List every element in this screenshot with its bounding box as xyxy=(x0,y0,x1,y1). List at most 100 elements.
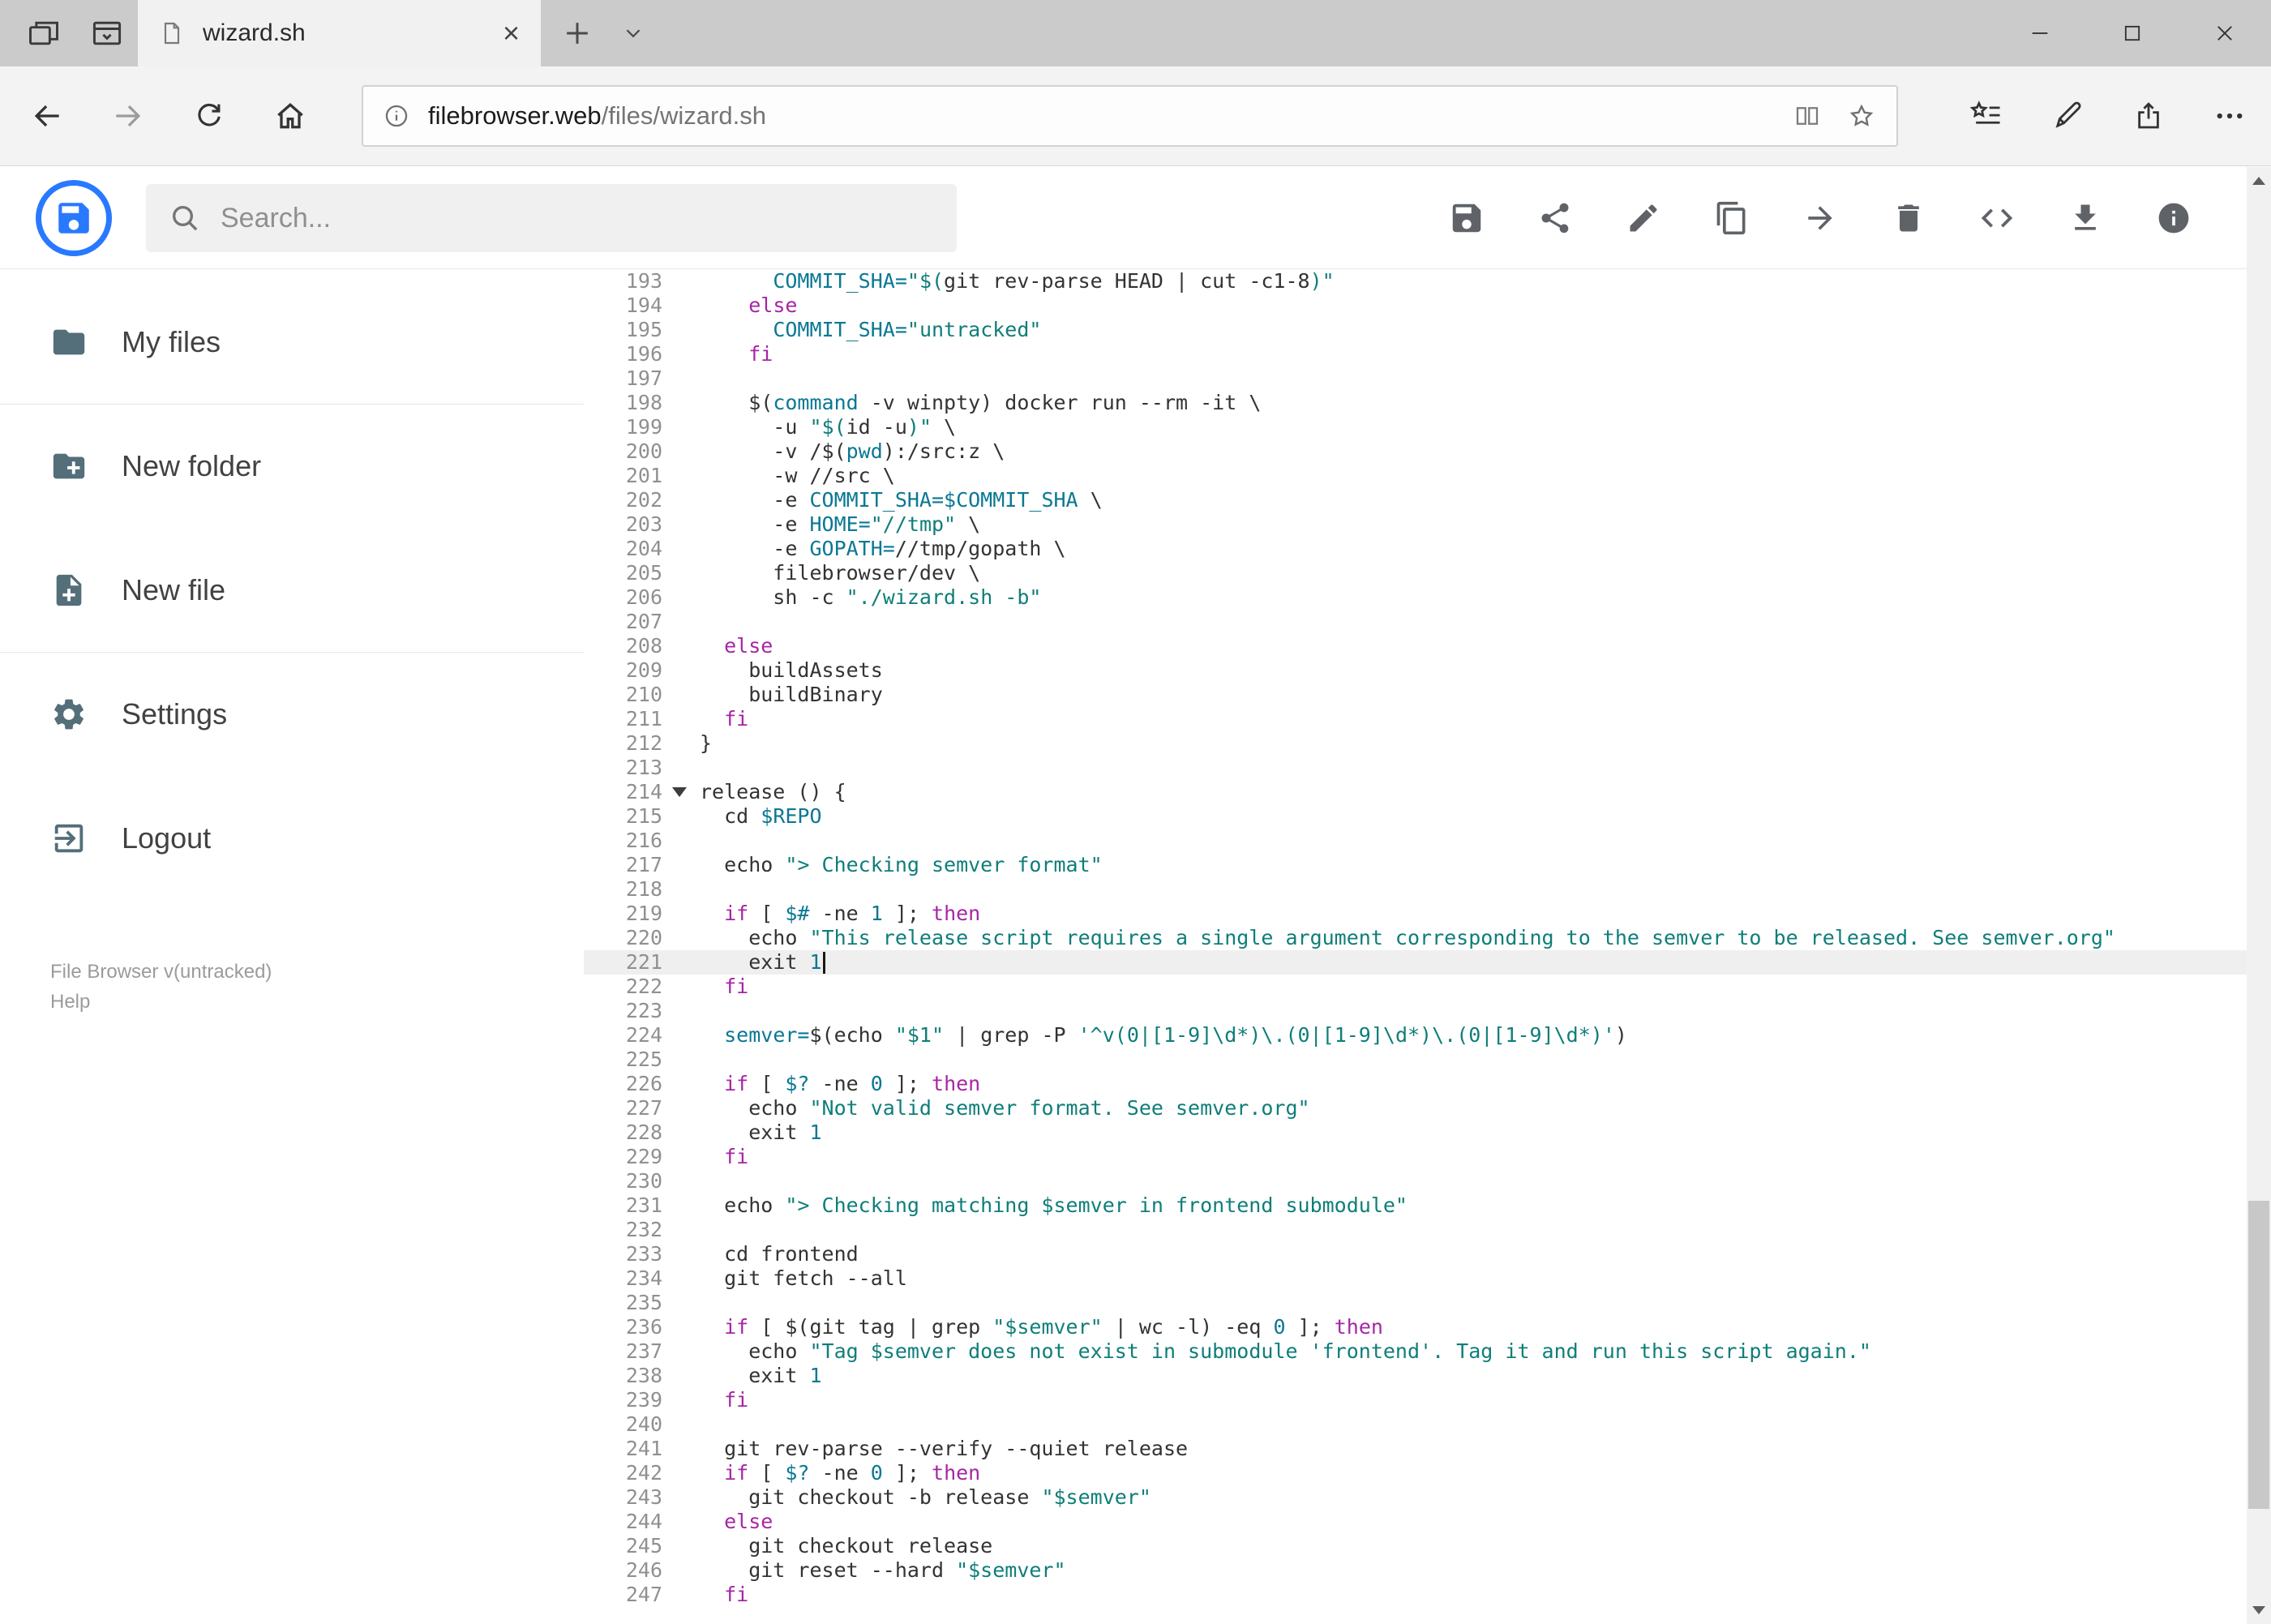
sidebar-item-new-folder[interactable]: New folder xyxy=(0,427,584,505)
code-line[interactable]: 230 xyxy=(584,1169,2247,1193)
code-line[interactable]: 199 -u "$(id -u)" \ xyxy=(584,415,2247,439)
code-line[interactable]: 228 exit 1 xyxy=(584,1121,2247,1145)
code-line[interactable]: 235 xyxy=(584,1291,2247,1315)
code-line[interactable]: 220 echo "This release script requires a… xyxy=(584,926,2247,950)
code-line[interactable]: 245 git checkout release xyxy=(584,1534,2247,1558)
code-line[interactable]: 217 echo "> Checking semver format" xyxy=(584,853,2247,877)
reading-view-icon[interactable] xyxy=(1793,101,1822,131)
code-line[interactable]: 215 cd $REPO xyxy=(584,804,2247,829)
annotate-pen-icon[interactable] xyxy=(2045,93,2090,139)
code-line[interactable]: 195 COMMIT_SHA="untracked" xyxy=(584,318,2247,342)
code-line[interactable]: 231 echo "> Checking matching $semver in… xyxy=(584,1193,2247,1218)
copy-button[interactable] xyxy=(1713,199,1750,237)
move-button[interactable] xyxy=(1802,199,1839,237)
code-line[interactable]: 222 fi xyxy=(584,975,2247,999)
search-input[interactable] xyxy=(221,202,934,234)
code-line[interactable]: 240 xyxy=(584,1412,2247,1437)
info-button[interactable] xyxy=(2155,199,2192,237)
code-line[interactable]: 194 else xyxy=(584,294,2247,318)
tab-list-chevron-icon[interactable] xyxy=(621,21,645,45)
code-line[interactable]: 237 echo "Tag $semver does not exist in … xyxy=(584,1339,2247,1364)
share-page-icon[interactable] xyxy=(2126,93,2171,139)
code-line[interactable]: 234 git fetch --all xyxy=(584,1266,2247,1291)
code-line[interactable]: 204 -e GOPATH=//tmp/gopath \ xyxy=(584,537,2247,561)
code-line[interactable]: 229 fi xyxy=(584,1145,2247,1169)
code-line[interactable]: 232 xyxy=(584,1218,2247,1242)
code-line[interactable]: 193 COMMIT_SHA="$(git rev-parse HEAD | c… xyxy=(584,269,2247,294)
site-info-icon[interactable] xyxy=(383,102,410,130)
code-line[interactable]: 221 exit 1 xyxy=(584,950,2247,975)
code-line[interactable]: 247 fi xyxy=(584,1583,2247,1607)
scrollbar-down-arrow-icon[interactable] xyxy=(2247,1596,2271,1624)
tab-preview-icon[interactable] xyxy=(89,15,125,51)
help-link[interactable]: Help xyxy=(50,987,584,1017)
back-button[interactable] xyxy=(24,93,70,139)
code-line[interactable]: 226 if [ $? -ne 0 ]; then xyxy=(584,1072,2247,1096)
code-line[interactable]: 206 sh -c "./wizard.sh -b" xyxy=(584,585,2247,610)
code-line[interactable]: 208 else xyxy=(584,634,2247,658)
code-line[interactable]: 223 xyxy=(584,999,2247,1023)
code-line[interactable]: 238 exit 1 xyxy=(584,1364,2247,1388)
code-line[interactable]: 227 echo "Not valid semver format. See s… xyxy=(584,1096,2247,1121)
edit-button[interactable] xyxy=(1625,199,1662,237)
more-options-icon[interactable] xyxy=(2207,93,2252,139)
sidebar-item-new-file[interactable]: New file xyxy=(0,551,584,629)
save-button[interactable] xyxy=(1448,199,1485,237)
delete-button[interactable] xyxy=(1890,199,1927,237)
code-line[interactable]: 236 if [ $(git tag | grep "$semver" | wc… xyxy=(584,1315,2247,1339)
window-minimize-button[interactable] xyxy=(1994,0,2086,66)
code-line[interactable]: 207 xyxy=(584,610,2247,634)
home-button[interactable] xyxy=(268,93,313,139)
favorites-hub-icon[interactable] xyxy=(1964,93,2009,139)
code-line[interactable]: 225 xyxy=(584,1048,2247,1072)
code-line[interactable]: 213 xyxy=(584,756,2247,780)
page-scrollbar[interactable] xyxy=(2247,167,2271,1624)
code-line[interactable]: 243 git checkout -b release "$semver" xyxy=(584,1485,2247,1510)
new-tab-button[interactable] xyxy=(559,15,595,51)
scrollbar-thumb[interactable] xyxy=(2248,1201,2269,1509)
line-number: 211 xyxy=(625,707,662,731)
window-close-button[interactable] xyxy=(2179,0,2271,66)
address-bar[interactable]: filebrowser.web/files/wizard.sh xyxy=(362,85,1898,147)
code-line[interactable]: 201 -w //src \ xyxy=(584,464,2247,488)
code-line[interactable]: 198 $(command -v winpty) docker run --rm… xyxy=(584,391,2247,415)
browser-tab[interactable]: wizard.sh × xyxy=(138,0,541,66)
window-maximize-button[interactable] xyxy=(2086,0,2179,66)
code-line[interactable]: 241 git rev-parse --verify --quiet relea… xyxy=(584,1437,2247,1461)
forward-button[interactable] xyxy=(105,93,151,139)
tab-close-icon[interactable]: × xyxy=(503,19,520,48)
code-line[interactable]: 202 -e COMMIT_SHA=$COMMIT_SHA \ xyxy=(584,488,2247,512)
code-line[interactable]: 200 -v /$(pwd):/src:z \ xyxy=(584,439,2247,464)
fold-arrow-icon[interactable] xyxy=(672,787,687,797)
code-line[interactable]: 211 fi xyxy=(584,707,2247,731)
favorite-star-icon[interactable] xyxy=(1846,101,1877,131)
code-line[interactable]: 224 semver=$(echo "$1" | grep -P '^v(0|[… xyxy=(584,1023,2247,1048)
sidebar-item-logout[interactable]: Logout xyxy=(0,799,584,877)
code-line[interactable]: 233 cd frontend xyxy=(584,1242,2247,1266)
share-button[interactable] xyxy=(1536,199,1574,237)
code-line[interactable]: 210 buildBinary xyxy=(584,683,2247,707)
code-line[interactable]: 246 git reset --hard "$semver" xyxy=(584,1558,2247,1583)
code-line[interactable]: 242 if [ $? -ne 0 ]; then xyxy=(584,1461,2247,1485)
code-line[interactable]: 205 filebrowser/dev \ xyxy=(584,561,2247,585)
code-line[interactable]: 219 if [ $# -ne 1 ]; then xyxy=(584,902,2247,926)
sidebar-item-my-files[interactable]: My files xyxy=(0,303,584,381)
refresh-button[interactable] xyxy=(186,93,232,139)
code-line[interactable]: 214 release () { xyxy=(584,780,2247,804)
code-line[interactable]: 212} xyxy=(584,731,2247,756)
code-line[interactable]: 239 fi xyxy=(584,1388,2247,1412)
set-aside-tabs-icon[interactable] xyxy=(26,15,62,51)
code-line[interactable]: 196 fi xyxy=(584,342,2247,366)
code-line[interactable]: 218 xyxy=(584,877,2247,902)
raw-code-button[interactable] xyxy=(1978,199,2016,237)
sidebar-item-settings[interactable]: Settings xyxy=(0,675,584,753)
code-line[interactable]: 209 buildAssets xyxy=(584,658,2247,683)
search-box[interactable] xyxy=(146,184,957,252)
code-line[interactable]: 244 else xyxy=(584,1510,2247,1534)
download-button[interactable] xyxy=(2067,199,2104,237)
code-editor[interactable]: 193 COMMIT_SHA="$(git rev-parse HEAD | c… xyxy=(584,269,2247,1624)
code-line[interactable]: 216 xyxy=(584,829,2247,853)
code-line[interactable]: 203 -e HOME="//tmp" \ xyxy=(584,512,2247,537)
scrollbar-up-arrow-icon[interactable] xyxy=(2247,167,2271,195)
code-line[interactable]: 197 xyxy=(584,366,2247,391)
